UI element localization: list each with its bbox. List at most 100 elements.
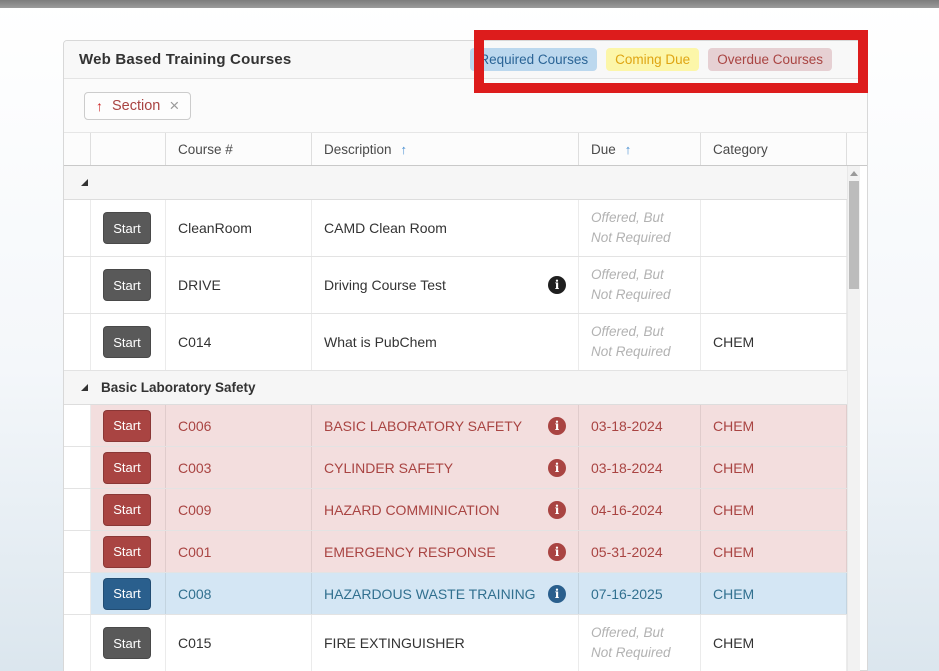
group-row [64,166,847,200]
courses-grid: Course # Description ↑ Due ↑ Category St… [64,133,867,671]
start-button[interactable]: Start [103,269,151,301]
row-indent-cell [64,257,91,313]
course-number-cell: C003 [166,447,312,488]
start-button[interactable]: Start [103,578,151,610]
description-cell: CYLINDER SAFETY i [312,447,579,488]
table-row: Start C014What is PubChem Offered, But Not… [64,314,847,371]
due-note: Offered, But Not Required [591,265,688,306]
due-cell: 05-31-2024 [579,531,701,572]
course-number-cell: C008 [166,573,312,614]
due-cell: 04-16-2024 [579,489,701,530]
start-button[interactable]: Start [103,326,151,358]
close-icon[interactable]: × [169,99,179,113]
grid-header: Course # Description ↑ Due ↑ Category [64,133,867,166]
description-text: HAZARDOUS WASTE TRAINING [324,586,536,602]
row-indent-cell [64,489,91,530]
info-icon[interactable]: i [548,501,566,519]
category-cell: CHEM [701,615,847,671]
table-row: StartC015FIRE EXTINGUISHEROffered, But N… [64,615,847,671]
course-number-cell: C014 [166,314,312,370]
table-row: Start C001 EMERGENCY RESPONSE i 05-31-2024 CH… [64,531,847,573]
info-icon[interactable]: i [548,417,566,435]
category-cell [701,257,847,313]
header-due[interactable]: Due ↑ [579,133,701,165]
description-cell: What is PubChem [312,314,579,370]
start-button[interactable]: Start [103,452,151,484]
info-icon[interactable]: i [548,276,566,294]
group-collapse-icon[interactable] [81,179,88,186]
start-cell: Start [91,257,166,313]
scrollbar-thumb[interactable] [849,181,859,289]
vertical-scrollbar[interactable] [847,166,860,671]
due-note: Offered, But Not Required [591,322,688,363]
description-cell: CAMD Clean Room [312,200,579,256]
description-text: CYLINDER SAFETY [324,460,453,476]
due-cell: Offered, But Not Required [579,314,701,370]
due-cell: 03-18-2024 [579,405,701,446]
group-row: Basic Laboratory Safety [64,371,847,405]
table-row: Start C008 HAZARDOUS WASTE TRAINING i 07-16-… [64,573,847,615]
course-number-cell: C001 [166,531,312,572]
description-cell: BASIC LABORATORY SAFETY i [312,405,579,446]
info-icon[interactable]: i [548,459,566,477]
start-cell: Start [91,447,166,488]
group-by-section-chip[interactable]: ↑ Section × [84,92,191,120]
start-button[interactable]: Start [103,410,151,442]
due-cell: 03-18-2024 [579,447,701,488]
panel-heading: Web Based Training Courses Required Cour… [64,41,867,79]
header-category[interactable]: Category [701,133,847,165]
due-note: Offered, But Not Required [591,208,688,249]
start-cell: Start [91,531,166,572]
start-button[interactable]: Start [103,627,151,659]
description-cell: HAZARD COMMINICATION i [312,489,579,530]
description-cell: FIRE EXTINGUISHER [312,615,579,671]
description-text: EMERGENCY RESPONSE [324,544,496,560]
due-date: 07-16-2025 [591,586,663,602]
header-course[interactable]: Course # [166,133,312,165]
start-cell: Start [91,200,166,256]
legend: Required Courses Coming Due Overdue Cour… [470,48,832,71]
header-scroll-corner [847,133,867,165]
description-text: BASIC LABORATORY SAFETY [324,418,522,434]
course-number-cell: C006 [166,405,312,446]
training-courses-panel: Web Based Training Courses Required Cour… [63,40,868,671]
window-top-bar [0,0,939,8]
table-row: Start C006 BASIC LABORATORY SAFETY i 03-18-2… [64,405,847,447]
description-text: HAZARD COMMINICATION [324,502,500,518]
legend-badge-overdue: Overdue Courses [708,48,832,71]
legend-badge-required: Required Courses [470,48,597,71]
sort-ascending-icon: ↑ [401,142,408,157]
description-text: Driving Course Test [324,277,446,293]
scroll-up-icon [850,171,858,176]
start-button[interactable]: Start [103,212,151,244]
grid-body: Start CleanRoomCAMD Clean Room Offered, Bu… [64,166,847,671]
due-cell: Offered, But Not Required [579,615,701,671]
table-row: StartDRIVEDriving Course TestiOffered, B… [64,257,847,314]
course-number-cell: CleanRoom [166,200,312,256]
due-note: Offered, But Not Required [591,623,688,664]
legend-badge-coming-due: Coming Due [606,48,699,71]
header-description[interactable]: Description ↑ [312,133,579,165]
due-date: 03-18-2024 [591,418,663,434]
group-chip-label: Section [112,98,160,114]
due-cell: Offered, But Not Required [579,200,701,256]
group-collapse-icon[interactable] [81,384,88,391]
category-cell: CHEM [701,489,847,530]
row-indent-cell [64,615,91,671]
start-cell: Start [91,615,166,671]
start-button[interactable]: Start [103,494,151,526]
description-cell: HAZARDOUS WASTE TRAINING i [312,573,579,614]
start-cell: Start [91,314,166,370]
scrollbar-up-button[interactable] [848,166,860,180]
category-cell: CHEM [701,531,847,572]
category-cell: CHEM [701,573,847,614]
info-icon[interactable]: i [548,585,566,603]
due-date: 05-31-2024 [591,544,663,560]
group-label: Basic Laboratory Safety [101,380,256,395]
header-indent-cell [64,133,91,165]
info-icon[interactable]: i [548,543,566,561]
sort-ascending-icon[interactable]: ↑ [96,98,103,114]
course-number-cell: C009 [166,489,312,530]
start-button[interactable]: Start [103,536,151,568]
grouping-bar: ↑ Section × [64,79,867,133]
